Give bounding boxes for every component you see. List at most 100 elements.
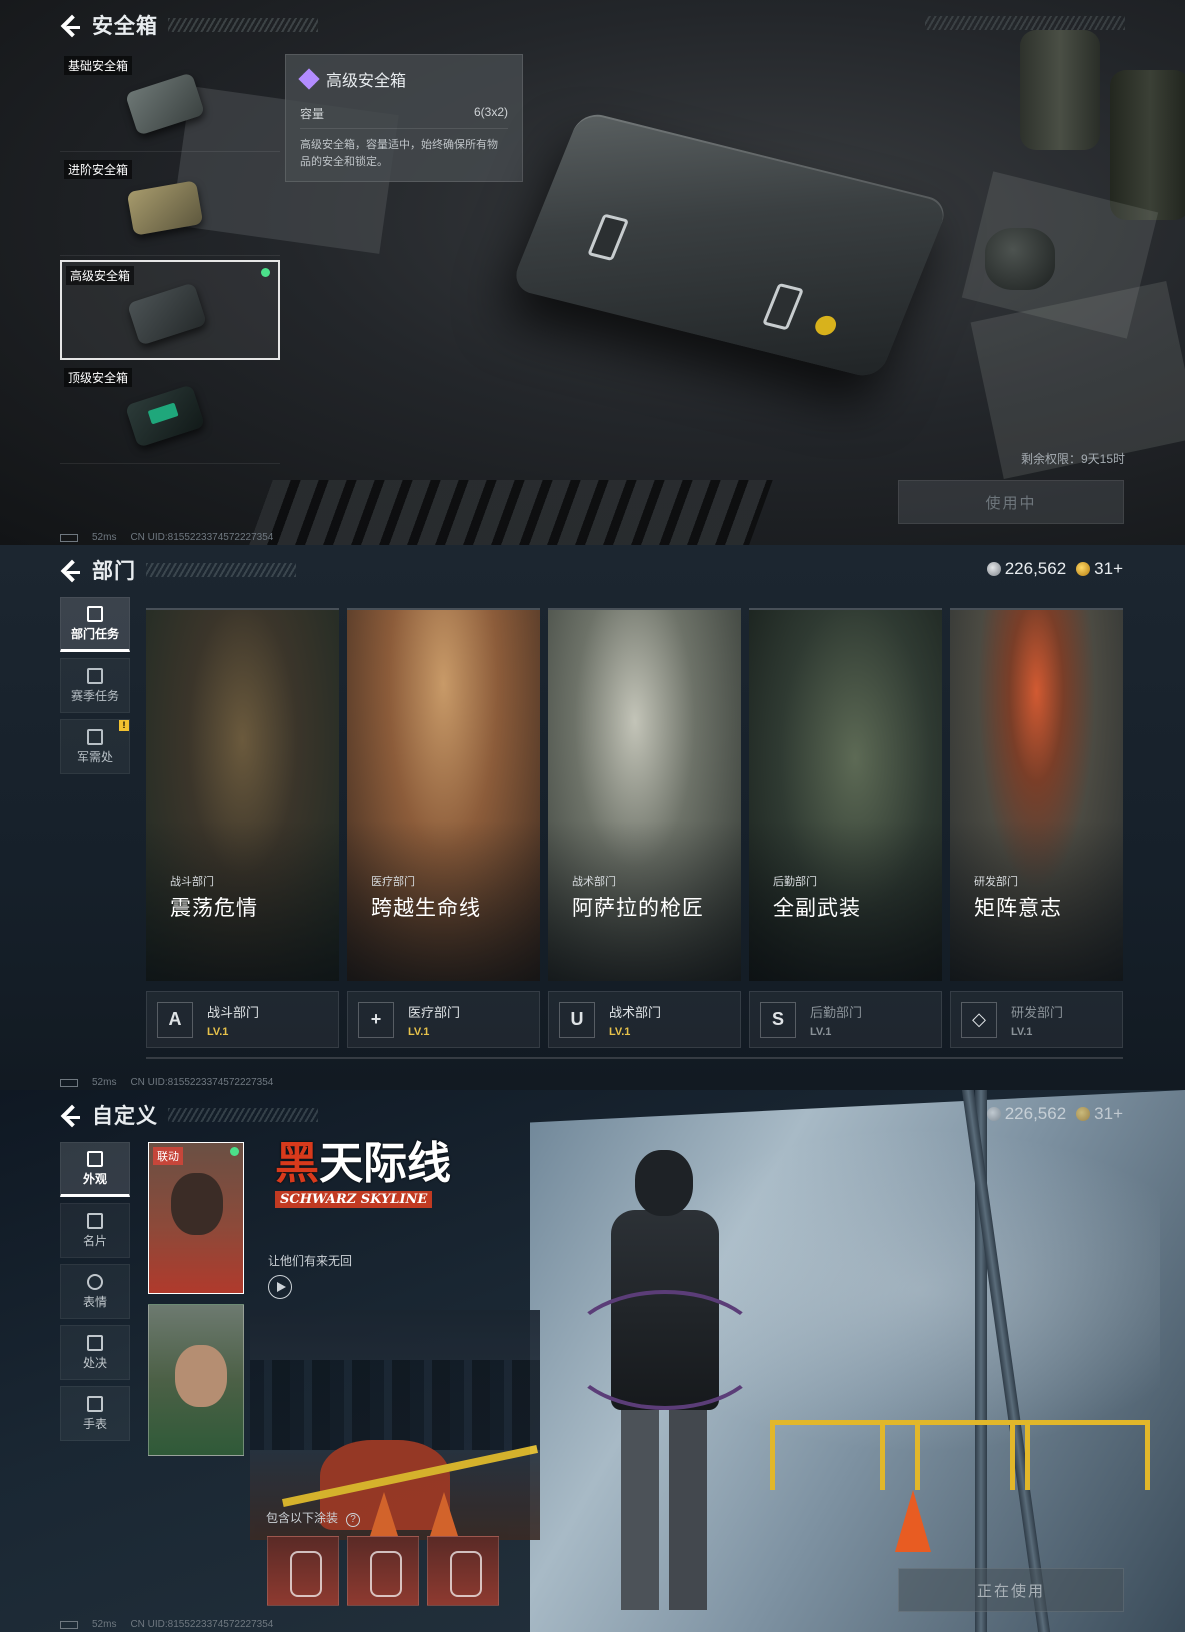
level-name: 研发部门 [1011, 1004, 1064, 1020]
department-level-row: A 战斗部门 LV.1 + 医疗部门 LV.1 U 战术部门 LV.1 S 后勤部门 L… [146, 991, 1123, 1048]
tab-department-tasks[interactable]: 部门任务 [60, 597, 130, 652]
silver-currency[interactable]: 226,562 [986, 559, 1066, 579]
page-title: 部门 [92, 560, 136, 583]
superior-safebox-icon [126, 282, 208, 346]
safebox-item[interactable]: 基础安全箱 [60, 52, 280, 152]
status-bar: 52ms CN UID:8155223374572227354 [60, 532, 273, 543]
tab-label: 军需处 [76, 749, 113, 764]
card-subtitle: 研发部门 [974, 876, 1018, 888]
capacity-label: 容量 [300, 107, 325, 121]
skin-title-en: SCHWARZ SKYLINE [275, 1191, 433, 1208]
safebox-item-selected[interactable]: 高级安全箱 [60, 260, 280, 360]
level-research[interactable]: ◇ 研发部门 LV.1 [950, 991, 1123, 1048]
gold-coin-icon [1076, 1107, 1091, 1121]
safebox-item[interactable]: 进阶安全箱 [60, 156, 280, 256]
page-title: 自定义 [92, 1105, 158, 1128]
tab-watch[interactable]: 手表 [60, 1386, 130, 1441]
safebox-label: 进阶安全箱 [64, 160, 133, 179]
skin-preview-scene [250, 1310, 540, 1540]
spray-item[interactable] [427, 1536, 499, 1606]
level-combat[interactable]: A 战斗部门 LV.1 [146, 991, 339, 1048]
level-logistics[interactable]: S 后勤部门 LV.1 [749, 991, 942, 1048]
includes-text: 包含以下涂装 [266, 1511, 339, 1525]
hazard-sticker-icon [812, 313, 840, 338]
back-arrow-icon[interactable] [58, 558, 82, 582]
city-skyline [250, 1360, 540, 1450]
header-decoration [168, 1108, 318, 1122]
page-header: 自定义 [58, 1100, 318, 1130]
department-card-tactical[interactable]: 战术部门 阿萨拉的枪匠 [548, 608, 741, 981]
department-card-combat[interactable]: 战斗部门 震荡危情 [146, 608, 339, 981]
safebox-label: 基础安全箱 [64, 56, 133, 75]
basic-safebox-icon [124, 72, 206, 136]
top-safebox-icon [124, 384, 206, 448]
watch-icon [87, 1395, 103, 1412]
spray-item[interactable] [267, 1536, 339, 1606]
gold-coin-icon [1076, 562, 1091, 576]
level-name: 医疗部门 [408, 1004, 461, 1020]
uid: CN UID:8155223374572227354 [130, 532, 274, 543]
gold-currency[interactable]: 31+ [1076, 1104, 1123, 1124]
grenade-prop [985, 228, 1055, 290]
equipped-indicator [230, 1147, 239, 1156]
card-icon [87, 1212, 103, 1229]
skin-title: 黑天际线 [275, 1138, 465, 1190]
silver-currency[interactable]: 226,562 [986, 1104, 1067, 1124]
ping: 52ms [92, 1619, 117, 1630]
department-card-research[interactable]: 研发部门 矩阵意志 [950, 608, 1123, 981]
header-decoration [925, 16, 1125, 30]
includes-label: 包含以下涂装? [266, 1509, 361, 1527]
back-arrow-icon[interactable] [58, 1103, 82, 1127]
supply-icon [87, 728, 103, 745]
gold-currency[interactable]: 31+ [1076, 559, 1123, 579]
department-card-logistics[interactable]: 后勤部门 全副武装 [749, 608, 942, 981]
gold-amount: 31+ [1094, 1104, 1123, 1123]
traffic-cone [370, 1492, 398, 1536]
level-name: 战术部门 [609, 1004, 662, 1020]
status-bar: 52ms CN UID:8155223374572227354 [60, 1619, 273, 1630]
level-tactical[interactable]: U 战术部门 LV.1 [548, 991, 741, 1048]
tab-supply[interactable]: ! 军需处 [60, 719, 130, 774]
tactical-dept-icon: U [559, 1001, 595, 1038]
customize-screen: 自定义 226,562 31+ 外观 名片 表情 处决 手表 联动 黑天际线 S… [0, 1090, 1185, 1632]
uid: CN UID:8155223374572227354 [130, 1077, 274, 1088]
operator-face [175, 1345, 227, 1407]
traffic-cone [895, 1490, 931, 1552]
latch-icon [587, 213, 630, 262]
gold-amount: 31+ [1094, 559, 1123, 578]
in-use-button[interactable]: 正在使用 [898, 1568, 1124, 1612]
operator-portrait[interactable] [148, 1304, 244, 1456]
barrier-prop [1010, 1420, 1150, 1490]
tab-outfit[interactable]: 外观 [60, 1142, 130, 1197]
capacity-value: 6(3x2) [473, 105, 508, 119]
operator-model[interactable] [565, 1130, 765, 1630]
battery-icon [60, 1078, 78, 1087]
level-medical[interactable]: + 医疗部门 LV.1 [347, 991, 540, 1048]
scroll-indicator[interactable] [146, 1057, 1123, 1059]
background-canister [1110, 70, 1185, 220]
barrier-prop [880, 1420, 1030, 1490]
tab-season-tasks[interactable]: 赛季任务 [60, 658, 130, 713]
in-use-button[interactable]: 使用中 [898, 480, 1124, 524]
help-icon[interactable]: ? [346, 1513, 361, 1527]
spray-item[interactable] [347, 1536, 419, 1606]
floor-grate [247, 480, 773, 545]
safebox-label: 顶级安全箱 [64, 368, 133, 387]
card-title: 跨越生命线 [371, 897, 481, 920]
back-arrow-icon[interactable] [58, 13, 82, 37]
compound-bow-icon [565, 1290, 765, 1410]
medical-dept-icon: + [358, 1001, 394, 1038]
emote-icon [87, 1273, 103, 1290]
play-preview-icon[interactable] [268, 1275, 292, 1299]
tooltip-description: 高级安全箱，容量适中，始终确保所有物品的安全和锁定。 [300, 139, 498, 168]
department-card-medical[interactable]: 医疗部门 跨越生命线 [347, 608, 540, 981]
safebox-tooltip: 高级安全箱 容量 6(3x2) 高级安全箱，容量适中，始终确保所有物品的安全和锁… [285, 54, 523, 182]
tab-emote[interactable]: 表情 [60, 1264, 130, 1319]
tooltip-header: 高级安全箱 [298, 67, 508, 91]
safebox-list: 基础安全箱 进阶安全箱 高级安全箱 顶级安全箱 [60, 52, 280, 468]
operator-portrait-selected[interactable]: 联动 [148, 1142, 244, 1294]
tab-execution[interactable]: 处决 [60, 1325, 130, 1380]
safebox-item[interactable]: 顶级安全箱 [60, 364, 280, 464]
silver-amount: 226,562 [1004, 1104, 1067, 1123]
tab-card[interactable]: 名片 [60, 1203, 130, 1258]
